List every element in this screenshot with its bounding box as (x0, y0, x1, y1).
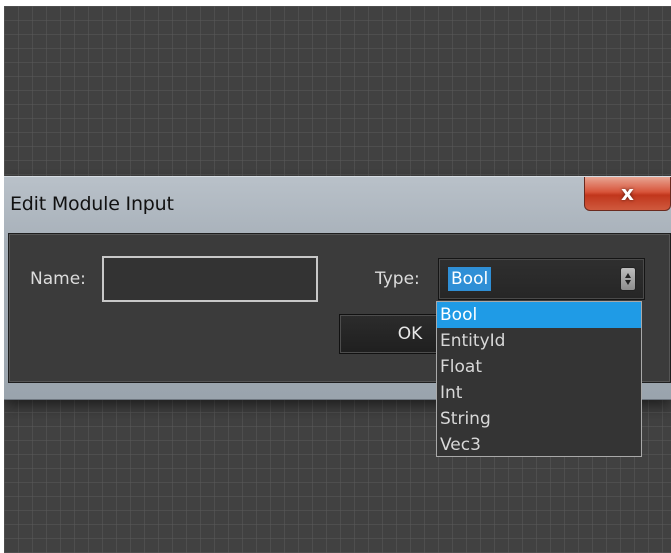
dropdown-option-int[interactable]: Int (437, 380, 641, 406)
type-label: Type: (375, 269, 420, 289)
dropdown-option-float[interactable]: Float (437, 354, 641, 380)
spinner-down-icon (625, 280, 631, 285)
close-icon: x (621, 180, 634, 205)
close-button[interactable]: x (584, 177, 671, 211)
type-selected-value: Bool (448, 267, 492, 291)
dropdown-option-vec3[interactable]: Vec3 (437, 432, 641, 458)
name-input[interactable] (102, 256, 318, 302)
type-dropdown-list: Bool EntityId Float Int String Vec3 (436, 301, 642, 457)
dropdown-option-bool[interactable]: Bool (437, 302, 641, 328)
spinner-icon[interactable] (620, 267, 636, 291)
name-label: Name: (30, 269, 86, 289)
graph-canvas[interactable]: Edit Module Input x Name: Type: Bool OK … (4, 6, 671, 553)
dropdown-option-entityid[interactable]: EntityId (437, 328, 641, 354)
dialog-title: Edit Module Input (10, 193, 174, 215)
type-select[interactable]: Bool (438, 258, 645, 300)
dropdown-option-string[interactable]: String (437, 406, 641, 432)
spinner-up-icon (625, 273, 631, 278)
